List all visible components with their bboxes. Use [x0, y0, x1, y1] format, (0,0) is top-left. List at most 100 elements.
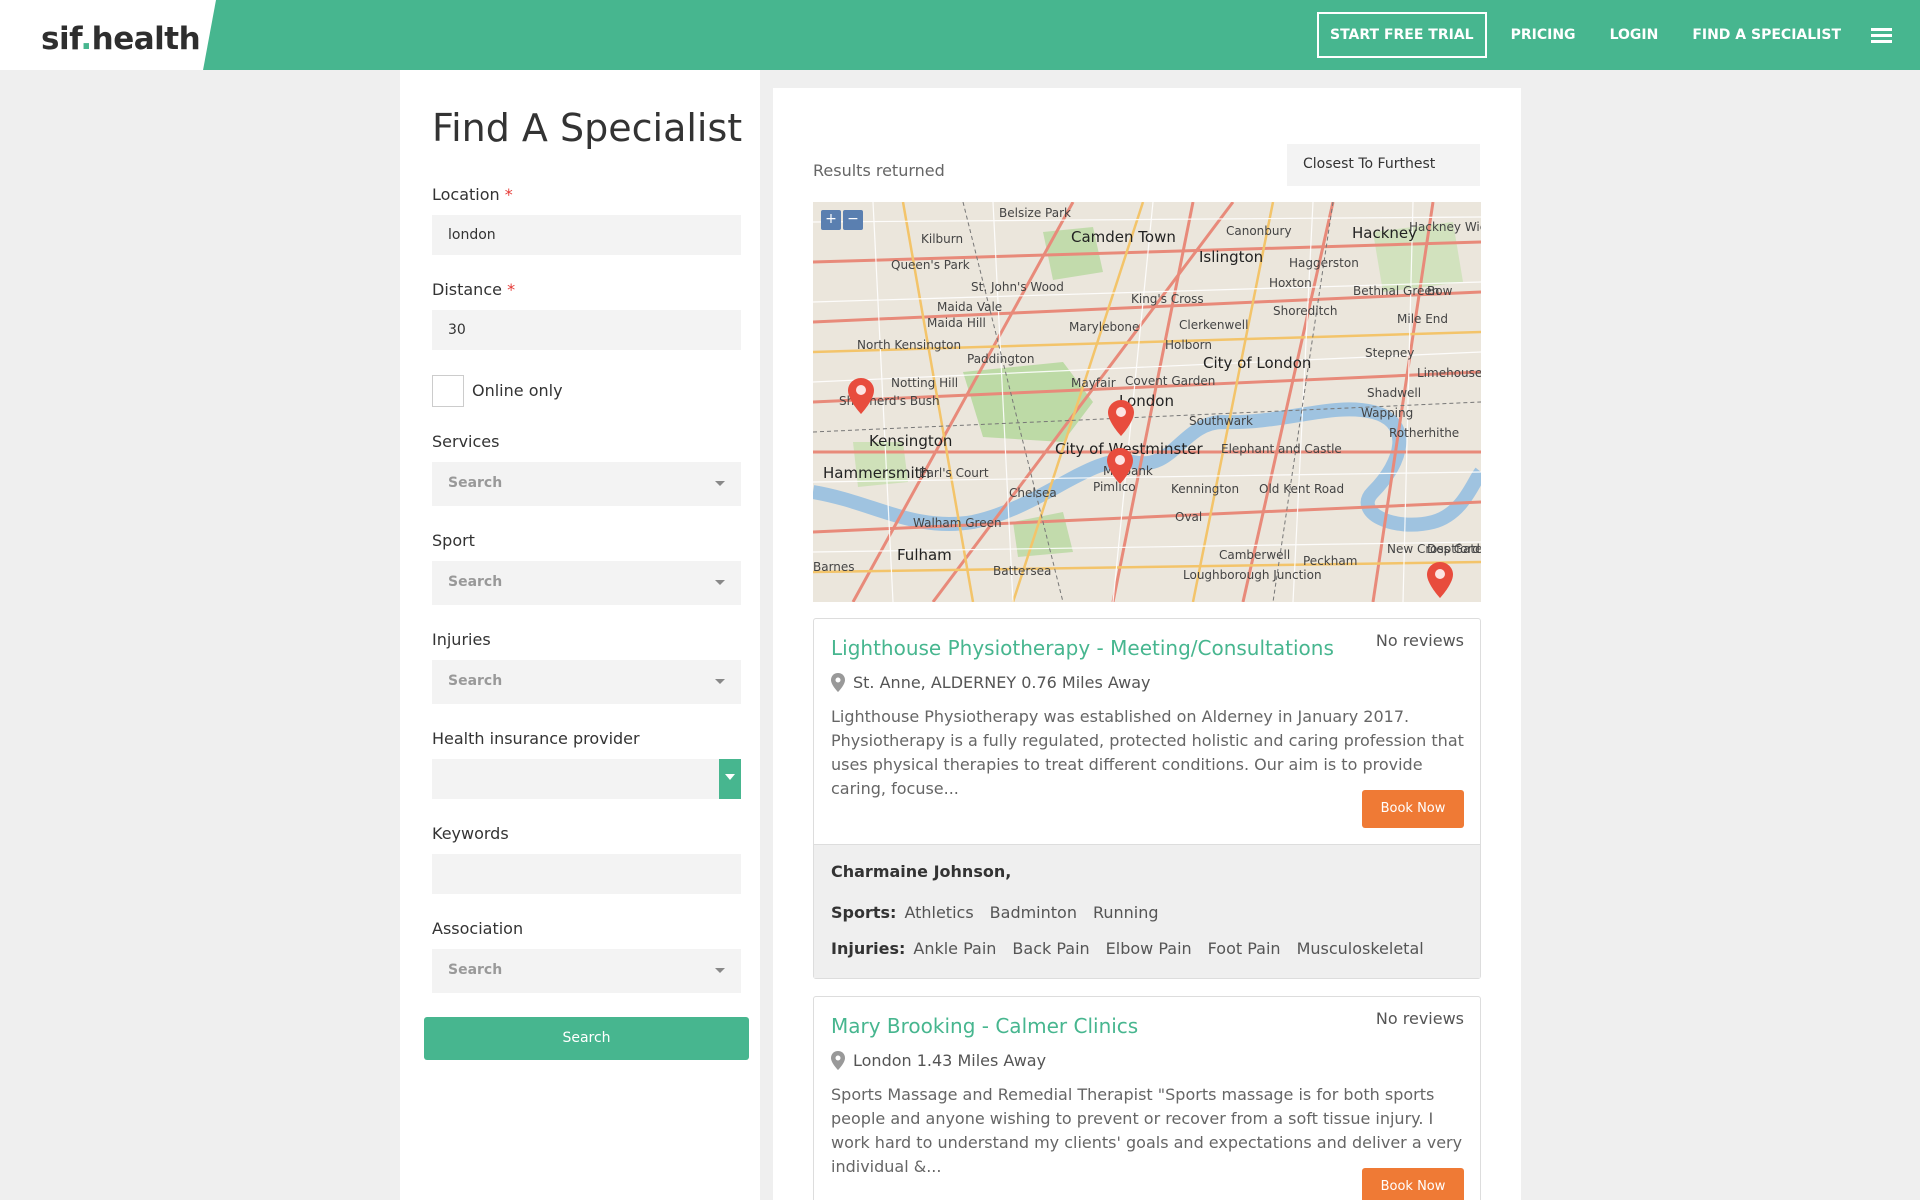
injury-tag: Musculoskeletal [1296, 939, 1424, 958]
association-select[interactable]: Search [432, 949, 741, 993]
map-label: Deptford [1427, 542, 1480, 556]
main-nav: START FREE TRIAL PRICING LOGIN FIND A SP… [1317, 0, 1920, 70]
map-label: Southwark [1189, 414, 1253, 428]
book-now-button[interactable]: Book Now [1362, 790, 1464, 828]
result-card: Lighthouse Physiotherapy - Meeting/Consu… [813, 618, 1481, 979]
map-label: Battersea [993, 564, 1052, 578]
book-now-button[interactable]: Book Now [1362, 1168, 1464, 1200]
logo-text-rest: health [91, 21, 201, 57]
keywords-label: Keywords [432, 824, 509, 843]
nav-pricing[interactable]: PRICING [1511, 27, 1576, 43]
map-label: Mayfair [1071, 376, 1116, 390]
location-input[interactable] [432, 215, 741, 255]
services-select[interactable]: Search [432, 462, 741, 506]
injuries-placeholder: Search [448, 673, 503, 689]
map-label: Belsize Park [999, 206, 1071, 220]
map-label: Covent Garden [1125, 374, 1216, 388]
online-only-checkbox[interactable] [432, 375, 464, 407]
services-placeholder: Search [448, 475, 503, 491]
map-label: Bow [1427, 284, 1453, 298]
map-label: Shadwell [1367, 386, 1422, 400]
result-card: Mary Brooking - Calmer Clinics No review… [813, 996, 1481, 1200]
map-label: City of London [1203, 354, 1312, 372]
map-label: Holborn [1165, 338, 1212, 352]
insurance-dropdown-button[interactable] [719, 759, 741, 799]
map-label: Limehouse [1417, 366, 1481, 380]
page-title: Find A Specialist [432, 106, 743, 150]
injuries-tags: Injuries: Ankle Pain Back Pain Elbow Pai… [831, 939, 1440, 958]
logo-area[interactable]: sif.health [0, 0, 216, 70]
map-label: St. John's Wood [971, 280, 1064, 294]
chevron-down-icon [715, 481, 725, 486]
results-label: Results returned [813, 161, 945, 180]
sort-select[interactable]: Closest To Furthest [1287, 144, 1480, 186]
injury-tag: Foot Pain [1207, 939, 1281, 958]
search-button[interactable]: Search [424, 1017, 749, 1060]
map-label: Camberwell [1219, 548, 1291, 562]
nav-find-specialist[interactable]: FIND A SPECIALIST [1692, 27, 1841, 43]
injuries-select[interactable]: Search [432, 660, 741, 704]
sport-select[interactable]: Search [432, 561, 741, 605]
practitioner-details: Charmaine Johnson, Sports: Athletics Bad… [814, 844, 1480, 978]
association-label: Association [432, 919, 524, 938]
results-panel: Results returned Closest To Furthest + −… [773, 88, 1521, 1200]
map-label: Walham Green [913, 516, 1002, 530]
map-label: Notting Hill [891, 376, 959, 390]
map-label: Shoreditch [1273, 304, 1338, 318]
chevron-down-icon [715, 679, 725, 684]
map-label: Hackney Wick [1409, 220, 1481, 234]
required-mark: * [504, 185, 513, 204]
map-label: King's Cross [1131, 292, 1204, 306]
map-label: Canonbury [1226, 224, 1292, 238]
location-label: Location * [432, 185, 513, 204]
result-title[interactable]: Lighthouse Physiotherapy - Meeting/Consu… [831, 636, 1334, 660]
distance-label: Distance * [432, 280, 516, 299]
map-label: Kennington [1171, 482, 1240, 496]
search-panel: Find A Specialist Location * Distance * … [400, 70, 760, 1200]
map-zoom-in[interactable]: + [821, 210, 841, 230]
result-description: Sports Massage and Remedial Therapist "S… [831, 1085, 1463, 1176]
results-map[interactable]: + − Kilburn Belsize Park Camden Town Can… [813, 202, 1481, 602]
map-zoom-out[interactable]: − [843, 210, 863, 230]
logo-text-main: sif [41, 21, 81, 57]
injuries-label: Injuries: [831, 939, 906, 958]
map-label: Wapping [1361, 406, 1414, 420]
map-label: Hammersmith [823, 464, 931, 482]
map-label: Mile End [1397, 312, 1449, 326]
hamburger-menu-icon[interactable] [1871, 25, 1892, 46]
sports-label: Sports: [831, 903, 897, 922]
practitioner-name[interactable]: Charmaine Johnson, [831, 862, 1011, 881]
injuries-label: Injuries [432, 630, 491, 649]
injury-tag: Elbow Pain [1105, 939, 1192, 958]
injury-tag: Ankle Pain [913, 939, 997, 958]
logo-dot: . [80, 21, 92, 57]
insurance-select[interactable] [432, 759, 741, 799]
map-label: Islington [1199, 248, 1264, 266]
nav-login[interactable]: LOGIN [1610, 27, 1659, 43]
required-mark: * [507, 280, 516, 299]
map-label: Queen's Park [891, 258, 970, 272]
map-label: Old Kent Road [1259, 482, 1345, 496]
top-header: sif.health START FREE TRIAL PRICING LOGI… [0, 0, 1920, 70]
map-label: Hoxton [1269, 276, 1312, 290]
logo[interactable]: sif.health [41, 21, 201, 57]
map-label: Rotherhithe [1389, 426, 1460, 440]
distance-input[interactable] [432, 310, 741, 350]
online-only-label: Online only [472, 381, 563, 400]
map-label: Camden Town [1071, 228, 1176, 246]
map-marker-icon[interactable] [848, 378, 874, 414]
start-free-trial-button[interactable]: START FREE TRIAL [1317, 12, 1487, 58]
map-label: Elephant and Castle [1221, 442, 1342, 456]
reviews-count: No reviews [1375, 1009, 1464, 1028]
map-marker-icon[interactable] [1427, 562, 1453, 598]
keywords-input[interactable] [432, 854, 741, 894]
sport-tag: Running [1092, 903, 1159, 922]
location-text: London 1.43 Miles Away [853, 1051, 1047, 1070]
map-marker-icon[interactable] [1107, 448, 1133, 484]
map-label: Maida Hill [927, 316, 986, 330]
map-marker-icon[interactable] [1108, 400, 1134, 436]
map-label: Peckham [1303, 554, 1358, 568]
injury-tag: Back Pain [1012, 939, 1090, 958]
map-label: Kilburn [921, 232, 964, 246]
result-title[interactable]: Mary Brooking - Calmer Clinics [831, 1014, 1138, 1038]
